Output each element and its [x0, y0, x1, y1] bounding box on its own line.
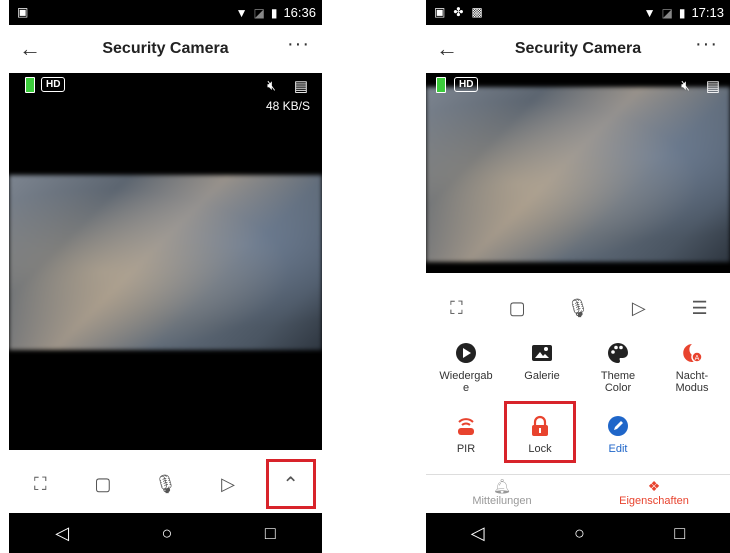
feature-playback[interactable]: Wiedergab e: [428, 340, 504, 394]
signal-icon: ◪: [253, 5, 265, 20]
hd-toggle[interactable]: HD: [454, 77, 479, 92]
bottom-tab-bar: 🔔︎ Mitteilungen ❖ Eigenschaften: [426, 474, 730, 511]
status-bar: ▣ ▼ ◪ ▮ 16:36: [9, 0, 322, 25]
wifi-icon: ▼: [235, 5, 248, 20]
night-mode-icon: A: [654, 340, 730, 366]
palette-icon: [580, 340, 656, 366]
feature-label: Wiedergab e: [439, 370, 493, 394]
video-feed[interactable]: HD 🔇︎ ▤ 48 KB/S: [9, 73, 322, 450]
tab-notifications[interactable]: 🔔︎ Mitteilungen: [426, 478, 578, 507]
bitrate-readout: 48 KB/S: [265, 99, 310, 113]
feature-lock[interactable]: Lock: [504, 401, 576, 463]
camera-battery-icon: [25, 77, 35, 93]
snapshot-icon[interactable]: ▢: [83, 464, 123, 504]
app-bar: ← Security Camera ···: [9, 25, 322, 74]
record-video-icon[interactable]: ▷: [619, 288, 659, 328]
feature-label: PIR: [456, 443, 476, 455]
lock-icon: [509, 413, 571, 439]
feature-edit[interactable]: Edit: [580, 413, 656, 455]
signal-icon: ◪: [661, 5, 673, 20]
bell-icon: 🔔︎: [493, 478, 511, 494]
nav-recents-icon[interactable]: □: [265, 523, 276, 544]
nav-recents-icon[interactable]: □: [674, 523, 685, 544]
phone-screen-right: ▣ ✤ ▩ ▼ ◪ ▮ 17:13 ← Security Camera ··· …: [426, 0, 730, 553]
blurred-camera-image: [9, 175, 322, 350]
nav-back-icon[interactable]: ◁: [55, 523, 69, 544]
feature-label: Nacht- Modus: [675, 370, 709, 394]
blurred-camera-image: [426, 87, 730, 262]
microphone-icon[interactable]: 🎙︎: [145, 464, 185, 504]
camera-battery-icon: [436, 77, 446, 93]
expand-panel-icon[interactable]: ⌃: [265, 459, 316, 509]
pir-sensor-icon: [428, 413, 504, 439]
feature-night-mode[interactable]: A Nacht- Modus: [654, 340, 730, 394]
collapse-panel-icon[interactable]: ☰: [680, 288, 720, 328]
app-bar: ← Security Camera ···: [426, 25, 730, 74]
play-circle-icon: [428, 340, 504, 366]
menu-icon[interactable]: ▤: [706, 77, 720, 95]
feature-label: Edit: [608, 443, 628, 455]
nav-back-icon[interactable]: ◁: [471, 523, 485, 544]
more-options-icon[interactable]: ···: [287, 33, 310, 56]
battery-icon: ▮: [678, 5, 686, 20]
gallery-notification-icon: ▣: [434, 5, 446, 19]
svg-text:A: A: [695, 355, 700, 362]
hd-toggle[interactable]: HD: [41, 77, 66, 92]
snapshot-icon[interactable]: ▢: [497, 288, 537, 328]
android-nav-bar: ◁ ○ □: [9, 513, 322, 553]
feature-grid: Wiedergab e Galerie Theme Color A Nacht-…: [426, 338, 730, 466]
phone-screen-left: ▣ ▼ ◪ ▮ 16:36 ← Security Camera ··· HD 🔇…: [9, 0, 322, 553]
app-notification-icon: ▩: [471, 5, 483, 19]
fan-notification-icon: ✤: [453, 5, 464, 19]
status-time: 17:13: [691, 5, 724, 20]
feature-pir[interactable]: PIR: [428, 413, 504, 455]
image-icon: [504, 340, 580, 366]
camera-toolbar: ⛶ ▢ 🎙︎ ▷ ⌃: [9, 456, 322, 512]
status-time: 16:36: [283, 5, 316, 20]
wifi-icon: ▼: [643, 5, 656, 20]
edit-icon: [580, 413, 656, 439]
more-options-icon[interactable]: ···: [695, 33, 718, 56]
properties-icon: ❖: [647, 478, 661, 494]
feature-theme-color[interactable]: Theme Color: [580, 340, 656, 394]
mute-icon[interactable]: 🔇︎: [267, 77, 276, 94]
tab-properties[interactable]: ❖ Eigenschaften: [578, 478, 730, 507]
battery-icon: ▮: [270, 5, 278, 20]
fullscreen-icon[interactable]: ⛶: [20, 464, 60, 504]
tab-label: Mitteilungen: [472, 495, 532, 507]
video-feed[interactable]: HD 🔇︎ ▤: [426, 73, 730, 273]
feature-label: Lock: [528, 443, 552, 455]
microphone-icon[interactable]: 🎙︎: [558, 288, 598, 328]
tab-label: Eigenschaften: [619, 495, 689, 507]
gallery-notification-icon: ▣: [17, 5, 29, 19]
mute-icon[interactable]: 🔇︎: [681, 77, 690, 94]
menu-icon[interactable]: ▤: [294, 77, 308, 95]
record-video-icon[interactable]: ▷: [208, 464, 248, 504]
page-title: Security Camera: [514, 40, 642, 57]
page-title: Security Camera: [102, 40, 229, 57]
nav-home-icon[interactable]: ○: [574, 523, 585, 544]
feature-label: Galerie: [524, 370, 560, 382]
fullscreen-icon[interactable]: ⛶: [436, 288, 476, 328]
status-bar: ▣ ✤ ▩ ▼ ◪ ▮ 17:13: [426, 0, 730, 25]
feature-label: Theme Color: [600, 370, 636, 394]
camera-toolbar: ⛶ ▢ 🎙︎ ▷ ☰: [426, 287, 730, 329]
nav-home-icon[interactable]: ○: [162, 523, 173, 544]
feature-gallery[interactable]: Galerie: [504, 340, 580, 382]
android-nav-bar: ◁ ○ □: [426, 513, 730, 553]
